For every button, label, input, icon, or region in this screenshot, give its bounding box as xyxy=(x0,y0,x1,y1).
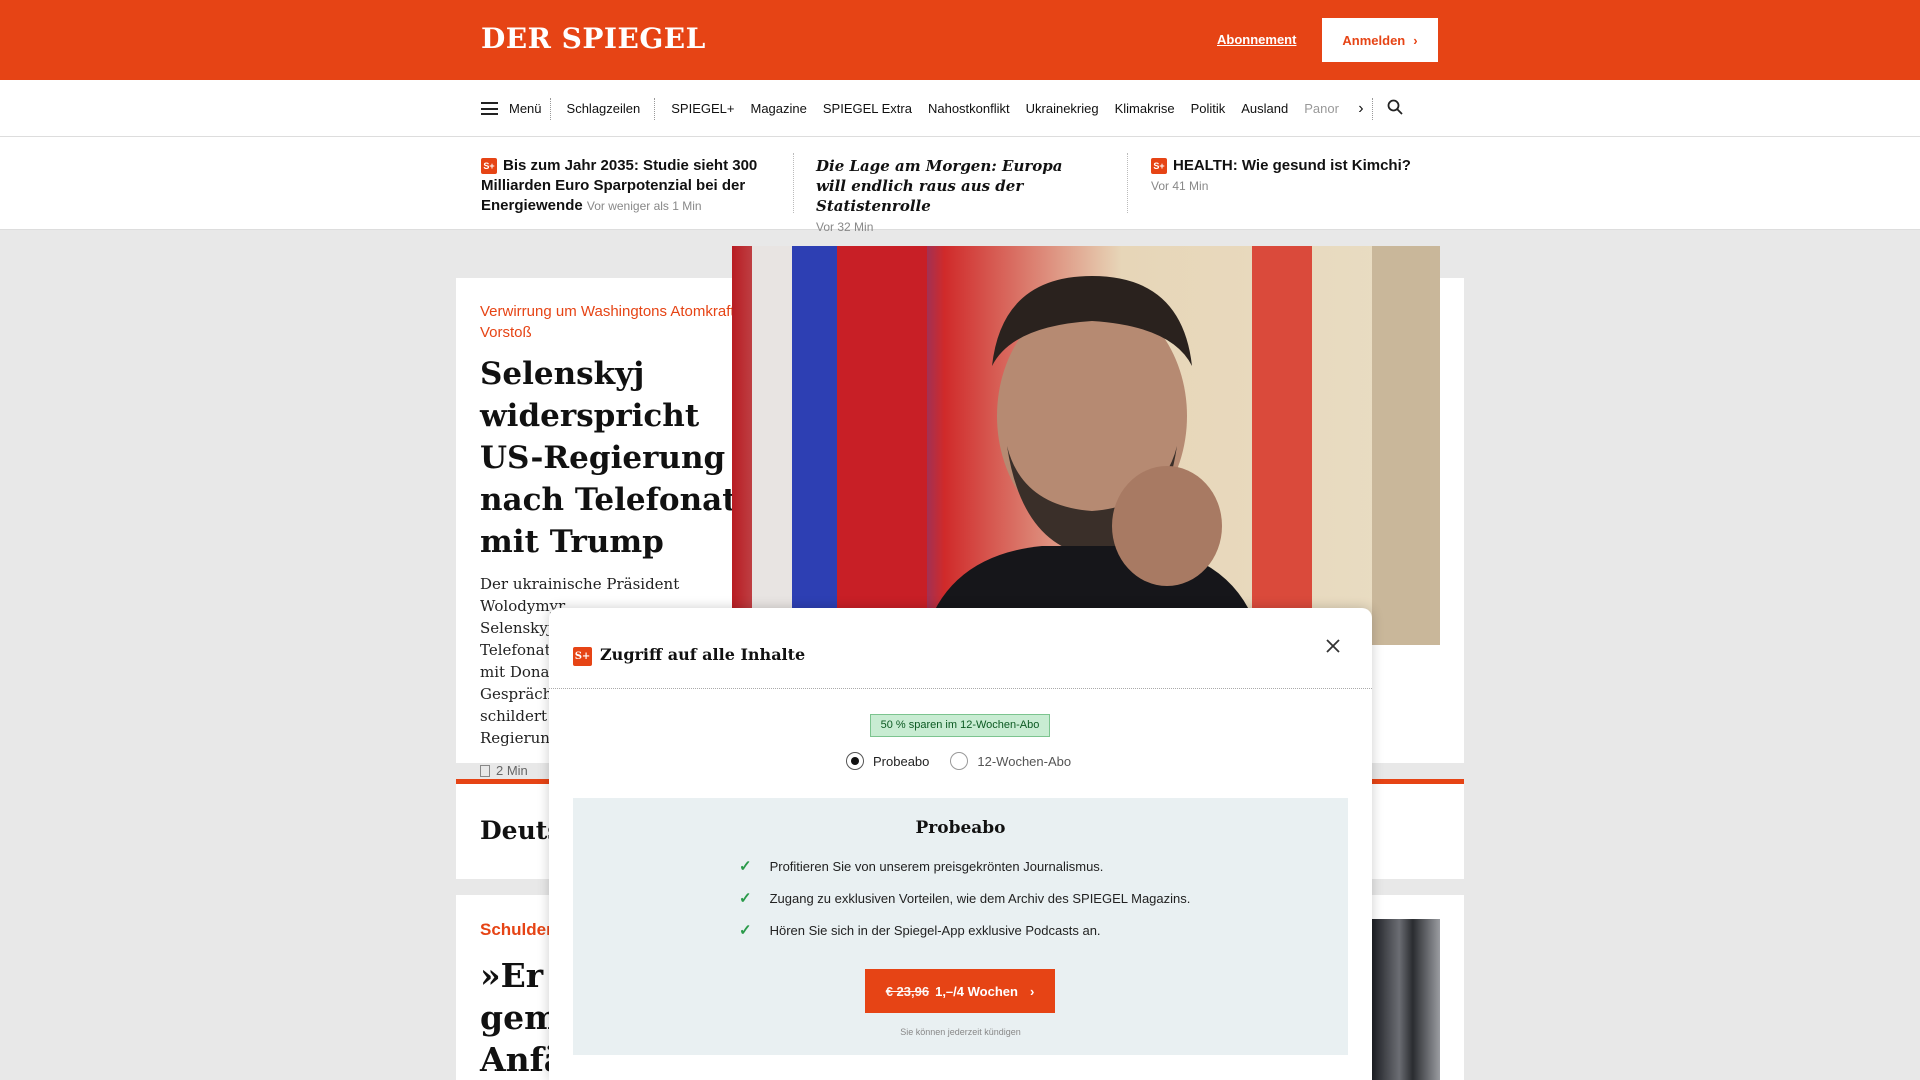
cta-price: 1,–/4 Wochen xyxy=(935,983,1018,999)
ticker-time: Vor 41 Min xyxy=(1151,179,1209,193)
modal-title-text: Zugriff auf alle Inhalte xyxy=(600,645,806,664)
ticker-divider xyxy=(1127,153,1128,213)
search-icon[interactable] xyxy=(1387,99,1403,118)
nav-divider xyxy=(1371,97,1373,120)
nav-divider xyxy=(549,97,551,120)
nav-item-magazine[interactable]: Magazine xyxy=(750,101,806,116)
ticker-title: Die Lage am Morgen: Europa will endlich … xyxy=(816,157,1063,215)
radio-label-12-wochen-abo[interactable]: 12-Wochen-Abo xyxy=(977,754,1071,769)
ticker-time: Vor weniger als 1 Min xyxy=(586,199,702,213)
feature-item: ✓ Zugang zu exklusiven Vorteilen, wie dem… xyxy=(739,889,1190,907)
login-button[interactable]: Anmelden › xyxy=(1322,18,1438,62)
radio-label-probeabo[interactable]: Probeabo xyxy=(873,754,929,769)
ticker-item[interactable]: Die Lage am Morgen: Europa will endlich … xyxy=(816,156,1086,237)
main-navigation: Menü Schlagzeilen SPIEGEL+ Magazine SPIE… xyxy=(0,80,1920,137)
lead-kicker[interactable]: Verwirrung um Washingtons Atomkraft-Vors… xyxy=(480,301,760,343)
feature-text: Zugang zu exklusiven Vorteilen, wie dem … xyxy=(769,891,1191,906)
feature-text: Profitieren Sie von unserem preisgekrönt… xyxy=(769,859,1104,874)
nav-item-spiegel-plus[interactable]: SPIEGEL+ xyxy=(671,101,734,116)
modal-divider xyxy=(549,688,1372,689)
read-time-label: 2 Min xyxy=(496,763,528,778)
lead-headline[interactable]: Selenskyj widerspricht US-Regierung nach… xyxy=(480,353,760,563)
check-icon: ✓ xyxy=(739,858,752,875)
check-icon: ✓ xyxy=(739,890,752,907)
chevron-right-icon[interactable]: › xyxy=(1358,100,1363,118)
spiegel-plus-icon: S+ xyxy=(481,158,497,174)
ticker-bar: S+ Bis zum Jahr 2035: Studie sieht 300 Mi… xyxy=(0,137,1920,234)
radio-probeabo[interactable] xyxy=(846,752,864,770)
nav-item-schlagzeilen[interactable]: Schlagzeilen xyxy=(567,101,641,116)
modal-title: S+ Zugriff auf alle Inhalte xyxy=(573,645,805,666)
radio-12-wochen-abo[interactable] xyxy=(950,752,969,770)
ticker-item[interactable]: S+ HEALTH: Wie gesund ist Kimchi? Vor 41 … xyxy=(1151,156,1441,196)
old-price: € 23,96 xyxy=(885,983,930,999)
plan-details-box: Probeabo ✓ Profitieren Sie von unserem pr… xyxy=(573,798,1348,1055)
nav-item-panorama[interactable]: Panor xyxy=(1304,101,1344,116)
plan-title: Probeabo xyxy=(915,818,1006,838)
third-article-image[interactable] xyxy=(1372,919,1440,1080)
nav-item-ausland[interactable]: Ausland xyxy=(1241,101,1288,116)
third-kicker[interactable]: Schulden xyxy=(480,919,557,940)
chevron-right-icon: › xyxy=(1029,983,1035,999)
spiegel-plus-icon: S+ xyxy=(573,647,592,666)
cancel-note: Sie können jederzeit kündigen xyxy=(900,1027,1021,1037)
ticker-time: Vor 32 Min xyxy=(816,220,874,234)
feature-item: ✓ Profitieren Sie von unserem preisgekrön… xyxy=(739,857,1103,875)
spiegel-plus-icon: S+ xyxy=(1151,158,1167,174)
top-header: DER SPIEGEL Abonnement Anmelden › xyxy=(0,0,1920,80)
lead-article-image[interactable] xyxy=(732,246,1440,645)
nav-item-ukrainekrieg[interactable]: Ukrainekrieg xyxy=(1026,101,1099,116)
nav-item-spiegel-extra[interactable]: SPIEGEL Extra xyxy=(823,101,912,116)
plan-selector: Probeabo 12-Wochen-Abo xyxy=(846,752,1071,770)
chevron-right-icon: › xyxy=(1413,32,1418,48)
spiegel-logo[interactable]: DER SPIEGEL xyxy=(481,22,706,55)
ticker-item[interactable]: S+ Bis zum Jahr 2035: Studie sieht 300 Mi… xyxy=(481,156,771,216)
subscribe-link[interactable]: Abonnement xyxy=(1217,32,1296,47)
login-label: Anmelden xyxy=(1342,32,1406,48)
ticker-divider xyxy=(793,153,794,213)
nav-item-politik[interactable]: Politik xyxy=(1191,101,1226,116)
feature-text: Hören Sie sich in der Spiegel-App exklus… xyxy=(769,923,1101,938)
nav-item-klimakrise[interactable]: Klimakrise xyxy=(1115,101,1175,116)
check-icon: ✓ xyxy=(739,922,752,939)
article-icon xyxy=(480,764,490,777)
menu-button[interactable]: Menü xyxy=(509,101,542,116)
feature-item: ✓ Hören Sie sich in der Spiegel-App exklu… xyxy=(739,921,1101,939)
savings-badge: 50 % sparen im 12-Wochen-Abo xyxy=(870,714,1050,737)
hamburger-menu-icon[interactable] xyxy=(481,102,498,115)
subscription-modal: S+ Zugriff auf alle Inhalte 50 % sparen i… xyxy=(549,608,1372,1080)
close-icon[interactable] xyxy=(1325,634,1341,660)
nav-item-nahostkonflikt[interactable]: Nahostkonflikt xyxy=(928,101,1010,116)
ticker-title: HEALTH: Wie gesund ist Kimchi? xyxy=(1173,157,1411,174)
subscribe-cta-button[interactable]: € 23,96 1,–/4 Wochen › xyxy=(865,969,1055,1013)
nav-divider xyxy=(654,97,656,120)
